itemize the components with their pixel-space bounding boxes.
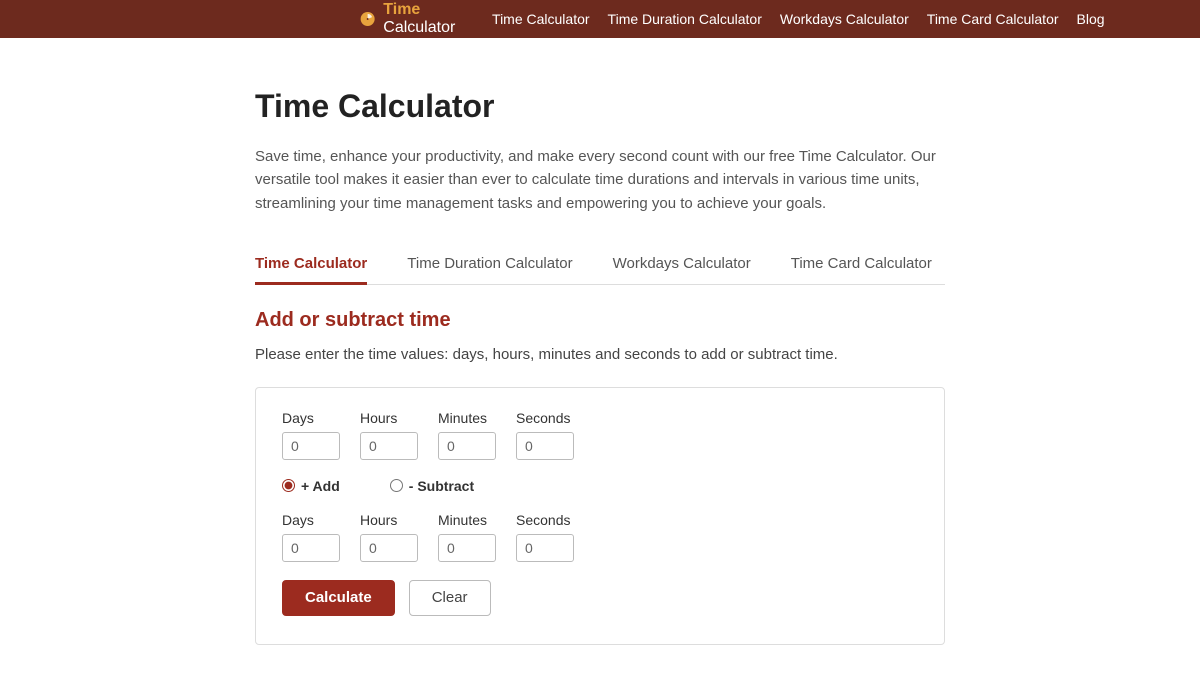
main-nav: Time Calculator Time Duration Calculator… [492, 11, 1105, 27]
operation-radio-group: + Add - Subtract [282, 478, 918, 494]
time-row-2: Days Hours Minutes Seconds [282, 512, 918, 562]
seconds-label-2: Seconds [516, 512, 574, 528]
hours-label-1: Hours [360, 410, 418, 426]
days-label-2: Days [282, 512, 340, 528]
days-input-1[interactable] [282, 432, 340, 460]
subtract-radio[interactable] [390, 479, 403, 492]
nav-workdays-calculator[interactable]: Workdays Calculator [780, 11, 909, 27]
page-description: Save time, enhance your productivity, an… [255, 145, 945, 215]
add-radio-label[interactable]: + Add [282, 478, 340, 494]
nav-time-duration-calculator[interactable]: Time Duration Calculator [608, 11, 762, 27]
add-radio-text: + Add [301, 478, 340, 494]
main-content: Time Calculator Save time, enhance your … [235, 38, 965, 685]
nav-blog[interactable]: Blog [1077, 11, 1105, 27]
time-row-1: Days Hours Minutes Seconds [282, 410, 918, 460]
clock-icon [360, 8, 375, 30]
subtract-radio-label[interactable]: - Subtract [390, 478, 474, 494]
button-row: Calculate Clear [282, 580, 918, 616]
tab-workdays-calculator[interactable]: Workdays Calculator [613, 245, 751, 285]
add-radio[interactable] [282, 479, 295, 492]
page-title: Time Calculator [255, 88, 945, 125]
clear-button[interactable]: Clear [409, 580, 491, 616]
seconds-input-2[interactable] [516, 534, 574, 562]
tab-time-card-calculator[interactable]: Time Card Calculator [791, 245, 932, 285]
hours-input-1[interactable] [360, 432, 418, 460]
days-input-2[interactable] [282, 534, 340, 562]
seconds-input-1[interactable] [516, 432, 574, 460]
subtract-radio-text: - Subtract [409, 478, 474, 494]
seconds-label-1: Seconds [516, 410, 574, 426]
hours-input-2[interactable] [360, 534, 418, 562]
top-nav-bar: Time Calculator Time Calculator Time Dur… [0, 0, 1200, 38]
logo-text-time: Time [383, 1, 420, 18]
tab-bar: Time Calculator Time Duration Calculator… [255, 245, 945, 285]
hours-label-2: Hours [360, 512, 418, 528]
minutes-input-2[interactable] [438, 534, 496, 562]
minutes-label-1: Minutes [438, 410, 496, 426]
nav-time-calculator[interactable]: Time Calculator [492, 11, 590, 27]
section-description: Please enter the time values: days, hour… [255, 346, 945, 363]
minutes-label-2: Minutes [438, 512, 496, 528]
nav-time-card-calculator[interactable]: Time Card Calculator [927, 11, 1059, 27]
calculator-card: Days Hours Minutes Seconds + Add [255, 387, 945, 645]
days-label-1: Days [282, 410, 340, 426]
logo-text-calc: Calculator [383, 19, 455, 36]
tab-time-calculator[interactable]: Time Calculator [255, 245, 367, 285]
logo[interactable]: Time Calculator [360, 1, 462, 37]
calculate-button[interactable]: Calculate [282, 580, 395, 616]
minutes-input-1[interactable] [438, 432, 496, 460]
section-title: Add or subtract time [255, 309, 945, 332]
tab-time-duration-calculator[interactable]: Time Duration Calculator [407, 245, 572, 285]
